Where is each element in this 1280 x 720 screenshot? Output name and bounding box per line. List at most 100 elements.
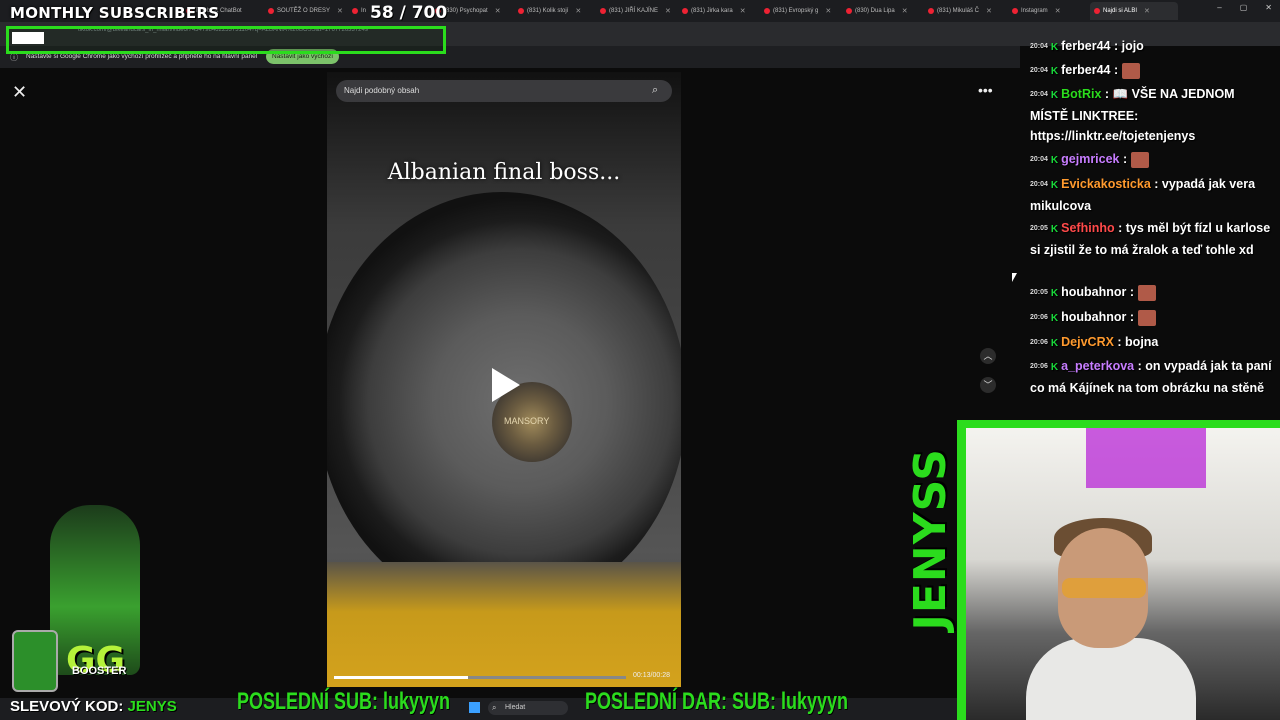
tab-label: (831) JIŘÍ KAJÍNE bbox=[609, 8, 659, 14]
chat-text: : bbox=[1110, 63, 1119, 77]
browser-tab[interactable]: (830) Dua Lipa ✕ bbox=[846, 2, 926, 20]
chat-timestamp: 20:06 bbox=[1030, 362, 1048, 370]
chat-timestamp: 20:04 bbox=[1030, 66, 1048, 74]
tab-close-icon[interactable]: ✕ bbox=[337, 7, 343, 15]
monthly-subscribers-title: MONTHLY SUBSCRIBERS bbox=[10, 4, 220, 22]
mouse-cursor bbox=[1012, 273, 1017, 282]
chat-text: : bbox=[1126, 285, 1135, 299]
more-options-icon[interactable]: ••• bbox=[978, 82, 993, 98]
chat-message: 20:06 Khoubahnor : bbox=[1030, 307, 1276, 329]
kick-badge-icon: K bbox=[1050, 313, 1059, 324]
windows-start-icon[interactable] bbox=[469, 702, 480, 713]
chat-text: : bbox=[1126, 310, 1135, 324]
tab-favicon-icon bbox=[846, 8, 852, 14]
tab-close-icon[interactable]: ✕ bbox=[495, 7, 501, 15]
browser-tab[interactable]: (831) Jirka kara ✕ bbox=[682, 2, 762, 20]
booster-label: BOOSTER bbox=[72, 665, 127, 677]
minimize-icon[interactable]: – bbox=[1217, 3, 1221, 12]
chat-timestamp: 20:04 bbox=[1030, 155, 1048, 163]
chat-message: 20:06 Ka_peterkova : on vypadá jak ta pan… bbox=[1030, 356, 1276, 398]
chat-timestamp: 20:04 bbox=[1030, 180, 1048, 188]
tab-favicon-icon bbox=[518, 8, 524, 14]
kick-badge-icon: K bbox=[1050, 180, 1059, 191]
tab-favicon-icon bbox=[1094, 8, 1100, 14]
kick-badge-icon: K bbox=[1050, 90, 1059, 101]
tab-favicon-icon bbox=[682, 8, 688, 14]
tab-label: (831) Mikuláš Č bbox=[937, 8, 980, 14]
tab-favicon-icon bbox=[352, 8, 358, 14]
tab-close-icon[interactable]: ✕ bbox=[825, 7, 831, 15]
browser-tab[interactable]: In✕ bbox=[352, 2, 372, 20]
browser-tab[interactable]: (831) JIŘÍ KAJÍNE ✕ bbox=[600, 2, 680, 20]
chat-username: DejvCRX bbox=[1061, 335, 1114, 349]
tab-close-icon[interactable]: ✕ bbox=[740, 7, 746, 15]
jenyss-logo: JENYSS bbox=[905, 448, 956, 631]
tab-close-icon[interactable]: ✕ bbox=[902, 7, 908, 15]
kick-badge-icon: K bbox=[1050, 66, 1059, 77]
ground-image bbox=[327, 562, 681, 687]
last-subscriber: POSLEDNÍ SUB: lukyyyn bbox=[237, 688, 451, 715]
close-window-icon[interactable]: ✕ bbox=[1265, 3, 1272, 12]
tab-close-icon[interactable]: ✕ bbox=[1144, 7, 1150, 15]
chat-message: 20:05 K Sefhinho : tys měl být fízl u karl… bbox=[1030, 218, 1276, 260]
browser-tab[interactable]: SOUTĚŽ O DRESY ✕ bbox=[268, 2, 348, 20]
window-controls: – ▢ ✕ bbox=[1217, 3, 1272, 12]
chevron-up-icon[interactable]: ︿ bbox=[980, 348, 996, 364]
tab-favicon-icon bbox=[268, 8, 274, 14]
search-placeholder: Najdi podobný obsah bbox=[344, 86, 420, 95]
chat-text: : bbox=[1119, 152, 1128, 166]
chat-username: Evickakosticka bbox=[1061, 177, 1151, 191]
browser-tab[interactable]: Najdi si ALBI ✕ bbox=[1090, 2, 1178, 20]
subscriber-count: 58 / 700 bbox=[370, 3, 448, 23]
tab-label: (830) Psychopat bbox=[444, 8, 488, 14]
chat-message: 20:04 K Evickakosticka : vypadá jak vera m… bbox=[1030, 174, 1276, 216]
tab-label: (830) Dua Lipa bbox=[855, 8, 895, 14]
chat-emote-icon bbox=[1122, 62, 1141, 79]
chat-message: 20:06 K DejvCRX : bojna bbox=[1030, 332, 1276, 354]
tab-favicon-icon bbox=[928, 8, 934, 14]
video-caption: Albanian final boss... bbox=[387, 160, 621, 185]
chat-username: houbahnor bbox=[1061, 285, 1127, 299]
chat-emote-icon bbox=[1138, 309, 1157, 326]
browser-tab[interactable]: (831) Evropský g ✕ bbox=[764, 2, 844, 20]
taskbar-search[interactable] bbox=[488, 701, 568, 715]
tab-label: (831) Kolik stojí bbox=[527, 8, 569, 14]
chat-timestamp: 20:04 bbox=[1030, 42, 1048, 50]
browser-tab[interactable]: Instagram ✕ bbox=[1012, 2, 1086, 20]
tab-favicon-icon bbox=[764, 8, 770, 14]
chat-message: 20:05 Khoubahnor : bbox=[1030, 282, 1276, 304]
kick-badge-icon: K bbox=[1050, 288, 1059, 299]
chat-text: : bojna bbox=[1113, 335, 1159, 349]
tab-close-icon[interactable]: ✕ bbox=[986, 7, 992, 15]
tab-close-icon[interactable]: ✕ bbox=[665, 7, 671, 15]
chat-message: 20:04 Kgejmricek : bbox=[1030, 149, 1276, 171]
browser-tab[interactable]: (831) Mikuláš Č ✕ bbox=[928, 2, 1008, 20]
chat-username: BotRix bbox=[1061, 87, 1102, 101]
tab-label: Instagram bbox=[1021, 8, 1048, 14]
stream-chat: 20:04 Kferber44 : jojo 20:04 Kferber44 :20:… bbox=[1024, 36, 1280, 420]
tab-label: Najdi si ALBI bbox=[1103, 8, 1138, 14]
neon-light bbox=[1086, 428, 1206, 488]
maximize-icon[interactable]: ▢ bbox=[1240, 3, 1248, 12]
video-time: 00:13/00:28 bbox=[633, 672, 670, 679]
chat-username: houbahnor bbox=[1061, 310, 1127, 324]
chat-emote-icon bbox=[1138, 284, 1157, 301]
play-icon[interactable] bbox=[492, 368, 520, 402]
chat-text: : jojo bbox=[1110, 39, 1144, 53]
search-icon[interactable]: ⌕ bbox=[652, 84, 664, 96]
discount-code-value: JENYS bbox=[127, 698, 177, 715]
subscriber-goal-bar bbox=[6, 26, 446, 54]
chat-timestamp: 20:04 bbox=[1030, 90, 1048, 98]
close-icon[interactable]: ✕ bbox=[12, 82, 27, 103]
chat-message: 20:04 Kferber44 : jojo bbox=[1030, 36, 1276, 58]
streamer-glasses bbox=[1062, 578, 1146, 598]
chat-username: ferber44 bbox=[1061, 39, 1111, 53]
browser-tab[interactable]: (831) Kolik stojí ✕ bbox=[518, 2, 598, 20]
video-progress-fill bbox=[334, 676, 468, 679]
tab-close-icon[interactable]: ✕ bbox=[1055, 7, 1061, 15]
tab-close-icon[interactable]: ✕ bbox=[575, 7, 581, 15]
chevron-down-icon[interactable]: ﹀ bbox=[980, 377, 996, 393]
subscriber-goal-fill bbox=[12, 32, 44, 44]
chat-username: gejmricek bbox=[1061, 152, 1120, 166]
chat-timestamp: 20:06 bbox=[1030, 338, 1048, 346]
